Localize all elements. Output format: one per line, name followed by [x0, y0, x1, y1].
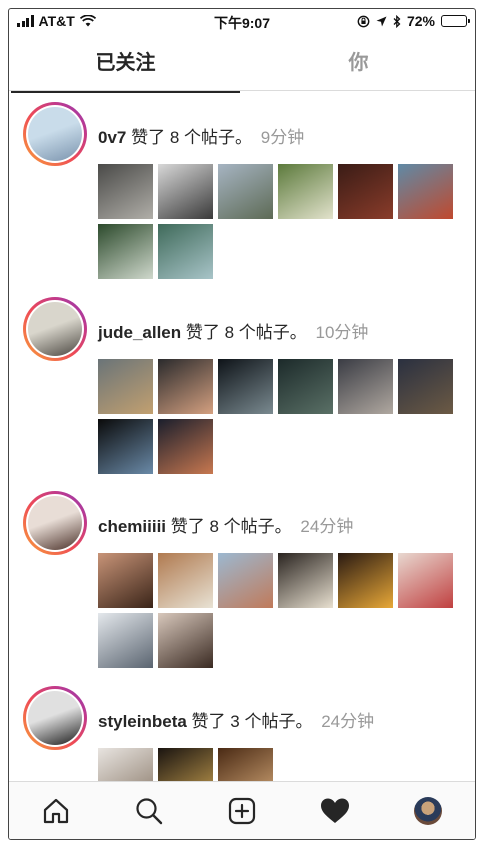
- liked-post-thumbnail[interactable]: [218, 164, 273, 219]
- profile-avatar[interactable]: [408, 791, 448, 831]
- liked-post-thumbnail[interactable]: [278, 164, 333, 219]
- feed-item-text: chemiiiii 赞了 8 个帖子。 24分钟: [98, 512, 353, 537]
- liked-post-thumbnail[interactable]: [338, 553, 393, 608]
- liked-post-thumbnail[interactable]: [398, 164, 453, 219]
- activity-description: 赞了 8 个帖子。: [131, 128, 253, 147]
- feed-item-text: styleinbeta 赞了 3 个帖子。 24分钟: [98, 707, 374, 732]
- status-bar: AT&T 下午9:07 72%: [9, 9, 475, 33]
- liked-post-thumbnail[interactable]: [218, 553, 273, 608]
- activity-feed: 0v7 赞了 8 个帖子。 9分钟 jude_allen 赞了 8 个帖子。 1…: [9, 92, 475, 782]
- timestamp: 24分钟: [321, 712, 375, 731]
- bluetooth-icon: [393, 14, 401, 28]
- liked-post-thumbnail[interactable]: [158, 419, 213, 474]
- bottom-tab-bar: [9, 781, 475, 839]
- liked-post-thumbnail[interactable]: [158, 613, 213, 668]
- timestamp: 10分钟: [315, 323, 369, 342]
- liked-post-thumbnail[interactable]: [98, 419, 153, 474]
- liked-post-thumbnail[interactable]: [278, 553, 333, 608]
- timestamp: 24分钟: [300, 517, 354, 536]
- liked-post-thumbnail[interactable]: [338, 164, 393, 219]
- tab-following[interactable]: 已关注: [9, 41, 242, 93]
- search-icon[interactable]: [129, 791, 169, 831]
- liked-post-thumbnail[interactable]: [98, 359, 153, 414]
- liked-post-thumbnail[interactable]: [158, 224, 213, 279]
- username[interactable]: jude_allen: [98, 323, 181, 342]
- liked-post-thumbnail[interactable]: [158, 359, 213, 414]
- activity-description: 赞了 8 个帖子。: [185, 323, 307, 342]
- liked-post-thumbnail[interactable]: [98, 613, 153, 668]
- location-icon: [376, 16, 387, 26]
- battery-icon: [441, 15, 470, 27]
- tab-you[interactable]: 你: [242, 41, 475, 90]
- avatar[interactable]: [23, 297, 87, 361]
- liked-posts-grid: [98, 164, 458, 279]
- activity-description: 赞了 8 个帖子。: [170, 517, 292, 536]
- add-icon[interactable]: [222, 791, 262, 831]
- liked-post-thumbnail[interactable]: [158, 164, 213, 219]
- liked-post-thumbnail[interactable]: [158, 748, 213, 782]
- liked-post-thumbnail[interactable]: [98, 224, 153, 279]
- timestamp: 9分钟: [260, 128, 305, 147]
- liked-posts-grid: [98, 553, 458, 668]
- liked-post-thumbnail[interactable]: [398, 359, 453, 414]
- activity-description: 赞了 3 个帖子。: [191, 712, 313, 731]
- username[interactable]: chemiiiii: [98, 517, 166, 536]
- avatar[interactable]: [23, 491, 87, 555]
- battery-percent: 72%: [406, 13, 435, 29]
- avatar[interactable]: [23, 686, 87, 750]
- liked-posts-grid: [98, 748, 458, 782]
- liked-post-thumbnail[interactable]: [278, 359, 333, 414]
- liked-post-thumbnail[interactable]: [158, 553, 213, 608]
- home-icon[interactable]: [36, 791, 76, 831]
- liked-post-thumbnail[interactable]: [338, 359, 393, 414]
- liked-post-thumbnail[interactable]: [218, 748, 273, 782]
- feed-item-text: jude_allen 赞了 8 个帖子。 10分钟: [98, 318, 368, 343]
- liked-post-thumbnail[interactable]: [98, 164, 153, 219]
- activity-tabs: 已关注 你: [9, 41, 475, 93]
- activity-heart-icon[interactable]: [315, 791, 355, 831]
- liked-post-thumbnail[interactable]: [98, 553, 153, 608]
- username[interactable]: styleinbeta: [98, 712, 187, 731]
- orientation-lock-icon: [357, 15, 370, 27]
- phone-screen: AT&T 下午9:07 72% 已关注 你 0v7 赞了 8 个帖子。 9分钟 …: [8, 8, 476, 840]
- liked-posts-grid: [98, 359, 458, 474]
- avatar[interactable]: [23, 102, 87, 166]
- liked-post-thumbnail[interactable]: [218, 359, 273, 414]
- feed-item-text: 0v7 赞了 8 个帖子。 9分钟: [98, 123, 304, 148]
- username[interactable]: 0v7: [98, 128, 126, 147]
- liked-post-thumbnail[interactable]: [98, 748, 153, 782]
- liked-post-thumbnail[interactable]: [398, 553, 453, 608]
